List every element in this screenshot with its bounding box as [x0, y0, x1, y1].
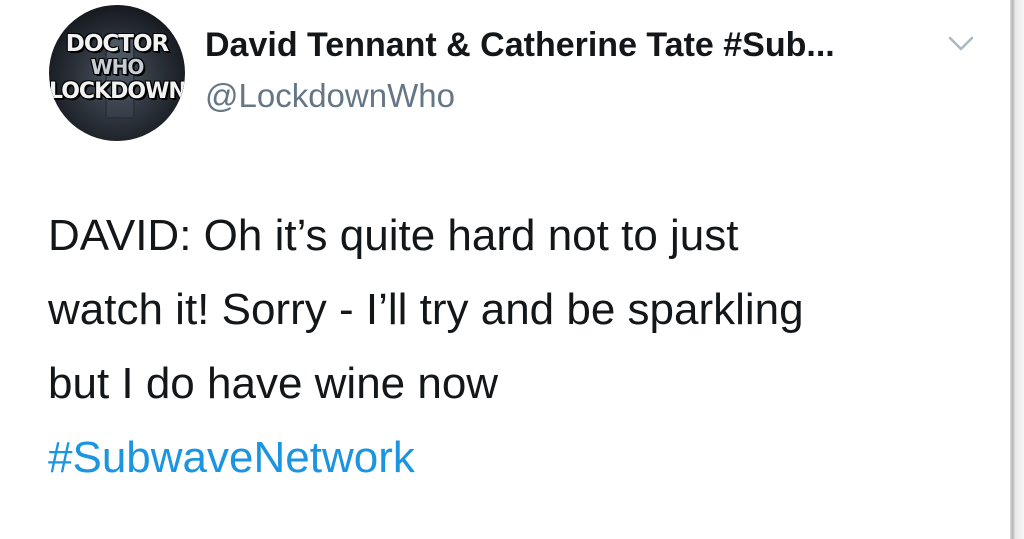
- tweet-text: DAVID: Oh it’s quite hard not to just wa…: [48, 199, 998, 495]
- tweet-text-line: but I do have wine now: [48, 359, 499, 408]
- tweet-text-line: watch it! Sorry - I’ll try and be sparkl…: [48, 285, 804, 334]
- user-handle[interactable]: @LockdownWho: [205, 77, 455, 115]
- hashtag-link[interactable]: #SubwaveNetwork: [48, 421, 998, 495]
- display-name[interactable]: David Tennant & Catherine Tate #Sub...: [205, 26, 835, 65]
- avatar-logo-line: DOCTOR: [65, 31, 169, 57]
- avatar[interactable]: DOCTOR WHO LOCKDOWN: [49, 5, 185, 141]
- screen-edge-divider: [1010, 0, 1024, 539]
- avatar-logo-line: LOCKDOWN: [49, 79, 185, 104]
- avatar-logo-line: WHO: [90, 55, 145, 79]
- chevron-down-icon[interactable]: [947, 33, 975, 53]
- tweet-text-line: DAVID: Oh it’s quite hard not to just: [48, 211, 739, 260]
